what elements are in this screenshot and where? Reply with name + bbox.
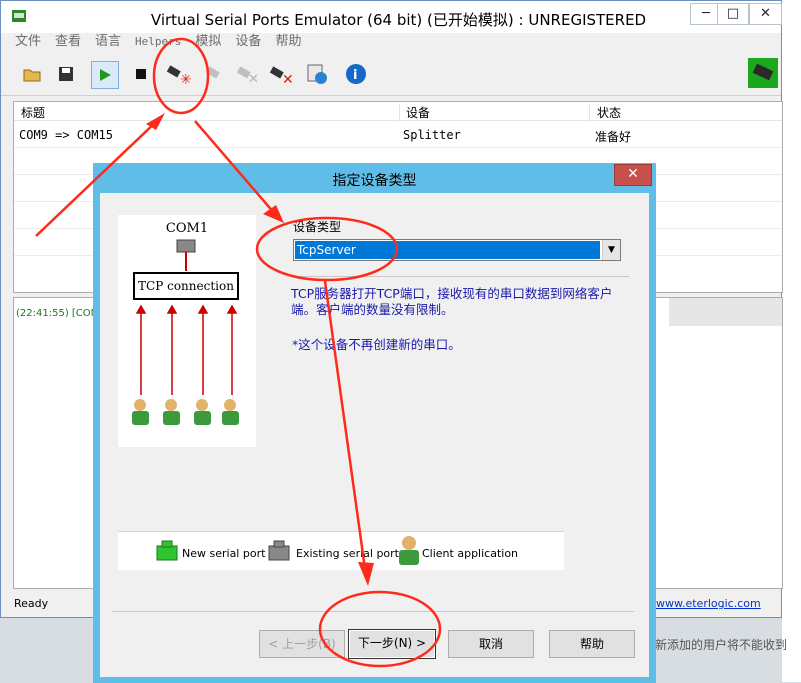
legend: New serial port Existing serial port Cli…: [118, 531, 564, 570]
legend-existing-port: Existing serial port: [296, 547, 399, 560]
toolbar: ✳ ✕ ✕ i: [1, 55, 781, 96]
menu-view[interactable]: 查看: [55, 33, 81, 51]
disabled-device-icon[interactable]: ✕: [235, 61, 261, 87]
save-icon[interactable]: [53, 61, 79, 87]
close-button[interactable]: ✕: [749, 3, 782, 25]
column-device[interactable]: 设备: [406, 104, 430, 121]
info-icon[interactable]: i: [343, 61, 369, 87]
menu-device[interactable]: 设备: [235, 33, 261, 51]
new-port-icon: [156, 540, 178, 561]
svg-text:✕: ✕: [282, 72, 294, 85]
background-desktop: [782, 0, 801, 682]
dialog-title-bar: 指定设备类型 ✕: [93, 163, 656, 193]
com-port-icon: [176, 239, 196, 253]
legend-new-port: New serial port: [182, 547, 266, 560]
device-type-value: TcpServer: [295, 241, 600, 259]
column-title[interactable]: 标题: [21, 104, 45, 121]
settings-icon[interactable]: [304, 61, 330, 87]
svg-text:✕: ✕: [248, 72, 259, 85]
help-button[interactable]: 帮助: [549, 630, 635, 658]
stop-icon[interactable]: [128, 61, 154, 87]
menu-emulation[interactable]: 模拟: [195, 33, 221, 51]
edit-device-icon[interactable]: [203, 61, 229, 87]
table-row[interactable]: COM9 => COM15 Splitter 准备好: [14, 121, 782, 148]
window-title: Virtual Serial Ports Emulator (64 bit) (…: [150, 11, 647, 29]
illustration-graphic: COM1 TCP connection: [132, 221, 239, 425]
row-status: 准备好: [595, 130, 632, 144]
menu-bar: 文件 查看 语言 Helpers 模拟 设备 帮助: [1, 33, 781, 53]
device-type-select[interactable]: TcpServer ▼: [293, 239, 621, 261]
client-app-icon: [399, 536, 419, 565]
dialog-close-button[interactable]: ✕: [614, 164, 652, 186]
menu-help[interactable]: 帮助: [275, 33, 301, 51]
connection-label: TCP connection: [138, 279, 234, 293]
device-type-dialog: 指定设备类型 ✕ COM1 TCP connection 设备类型 TcpSer…: [93, 163, 656, 683]
cancel-button[interactable]: 取消: [448, 630, 534, 658]
background-text: 新添加的用户将不能收到: [655, 638, 788, 652]
divider: [293, 276, 629, 277]
new-device-icon[interactable]: ✳: [166, 61, 192, 87]
svg-text:✳: ✳: [180, 72, 192, 86]
existing-port-icon: [268, 540, 290, 561]
tcp-illustration: COM1 TCP connection: [118, 215, 256, 447]
device-note: *这个设备不再创建新的串口。: [292, 337, 461, 352]
back-button[interactable]: < 上一步(B): [259, 630, 345, 658]
list-header: 标题 设备 状态: [14, 102, 782, 122]
start-icon[interactable]: [91, 61, 119, 89]
svg-text:i: i: [353, 68, 357, 83]
title-bar: Virtual Serial Ports Emulator (64 bit) (…: [1, 1, 782, 33]
log-line: (22:41:55) [COM: [16, 308, 100, 319]
divider: [112, 611, 634, 612]
menu-helpers[interactable]: Helpers: [135, 33, 181, 51]
delete-device-icon[interactable]: ✕: [269, 61, 295, 87]
row-device: Splitter: [403, 128, 461, 142]
column-status[interactable]: 状态: [597, 104, 621, 121]
menu-file[interactable]: 文件: [15, 33, 41, 51]
dialog-title: 指定设备类型: [332, 173, 417, 189]
website-link[interactable]: www.eterlogic.com: [656, 597, 761, 610]
next-button[interactable]: 下一步(N) >: [348, 629, 436, 659]
chevron-down-icon[interactable]: ▼: [602, 240, 620, 260]
dialog-body: COM1 TCP connection 设备类型 TcpServer ▼ TCP…: [100, 193, 649, 677]
maximize-button[interactable]: □: [717, 3, 749, 25]
menu-language[interactable]: 语言: [95, 33, 121, 51]
status-text: Ready: [14, 597, 49, 610]
port-label: COM1: [166, 221, 208, 236]
legend-client-app: Client application: [422, 547, 519, 560]
row-title: COM9 => COM15: [19, 128, 113, 142]
client-icons: [132, 399, 239, 425]
logo-icon: [747, 57, 779, 89]
open-icon[interactable]: [19, 61, 45, 87]
log-highlight: [669, 298, 782, 326]
device-description: TCP服务器打开TCP端口，接收现有的串口数据到网络客户端。客户端的数量没有限制…: [291, 286, 613, 317]
device-type-label: 设备类型: [293, 220, 342, 234]
